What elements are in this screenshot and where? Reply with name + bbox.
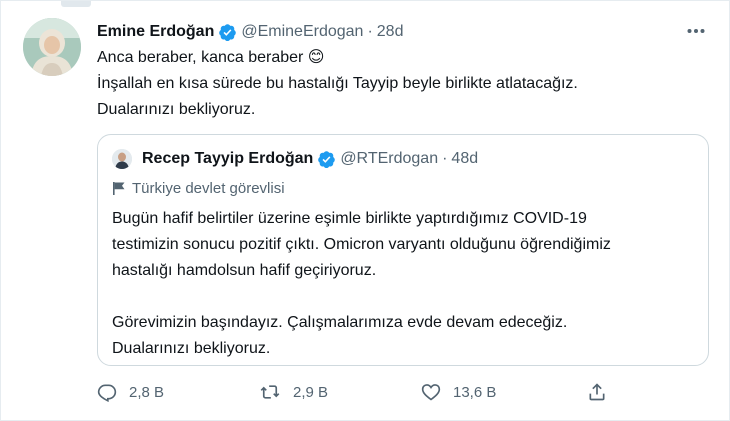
author-handle[interactable]: @EmineErdogan [241, 23, 363, 41]
tweet-card: Emine Erdoğan @EmineErdogan · 28d Anca b… [0, 0, 730, 421]
tweet-actions: 2,8 B 2,9 B 13,6 B [97, 379, 617, 405]
quoted-text-line: testimizin sonucu pozitif çıktı. Omicron… [112, 236, 611, 253]
avatar-image [23, 18, 81, 76]
tweet-time[interactable]: 28d [377, 23, 404, 41]
quoted-tweet[interactable]: Recep Tayyip Erdoğan @RTErdogan · 48d Tü… [97, 134, 709, 366]
flag-icon [112, 181, 126, 196]
tweet-text-line: Anca beraber, kanca beraber 😊 [97, 49, 325, 66]
author-avatar[interactable] [23, 18, 81, 76]
reply-icon [97, 384, 117, 402]
retweet-count: 2,9 B [293, 383, 329, 401]
separator-dot: · [367, 23, 373, 40]
thread-connector [61, 1, 91, 7]
heart-icon [421, 384, 441, 401]
quoted-author-name: Recep Tayyip Erdoğan [142, 150, 314, 167]
quoted-text-line: Bugün hafif belirtiler üzerine eşimle bi… [112, 210, 587, 227]
tweet-text-line: Dualarınızı bekliyoruz. [97, 101, 256, 118]
like-count: 13,6 B [453, 383, 497, 401]
tweet-header: Emine Erdoğan @EmineErdogan · 28d [97, 21, 403, 43]
separator-dot: · [442, 150, 448, 167]
quoted-author-avatar [112, 149, 132, 169]
quoted-text-line: Görevimizin başındayız. Çalışmalarımıza … [112, 314, 568, 331]
quoted-text-line: Dualarınızı bekliyoruz. [112, 340, 271, 357]
quoted-text-line: hastalığı hamdolsun hafif geçiriyoruz. [112, 262, 377, 279]
share-button[interactable] [587, 379, 619, 405]
quoted-tweet-header: Recep Tayyip Erdoğan @RTErdogan · 48d [142, 148, 478, 170]
verified-badge-icon [317, 150, 336, 169]
author-name[interactable]: Emine Erdoğan [97, 23, 214, 41]
quoted-tweet-time: 48d [451, 150, 479, 167]
state-affiliated-label: Türkiye devlet görevlisi [112, 178, 285, 198]
retweet-button[interactable]: 2,9 B [259, 379, 328, 405]
tweet-text: Anca beraber, kanca beraber 😊 İnşallah e… [97, 45, 697, 123]
share-icon [589, 383, 605, 401]
quoted-author-handle: @RTErdogan [340, 150, 439, 167]
more-horizontal-icon[interactable] [685, 21, 707, 41]
retweet-icon [260, 385, 280, 399]
like-button[interactable]: 13,6 B [421, 379, 496, 405]
state-affiliated-label-text: Türkiye devlet görevlisi [132, 179, 285, 197]
reply-button[interactable]: 2,8 B [97, 379, 164, 405]
verified-badge-icon [218, 23, 237, 42]
tweet-text-line: İnşallah en kısa sürede bu hastalığı Tay… [97, 75, 578, 92]
quoted-tweet-text: Bugün hafif belirtiler üzerine eşimle bi… [112, 206, 697, 362]
reply-count: 2,8 B [129, 383, 165, 401]
